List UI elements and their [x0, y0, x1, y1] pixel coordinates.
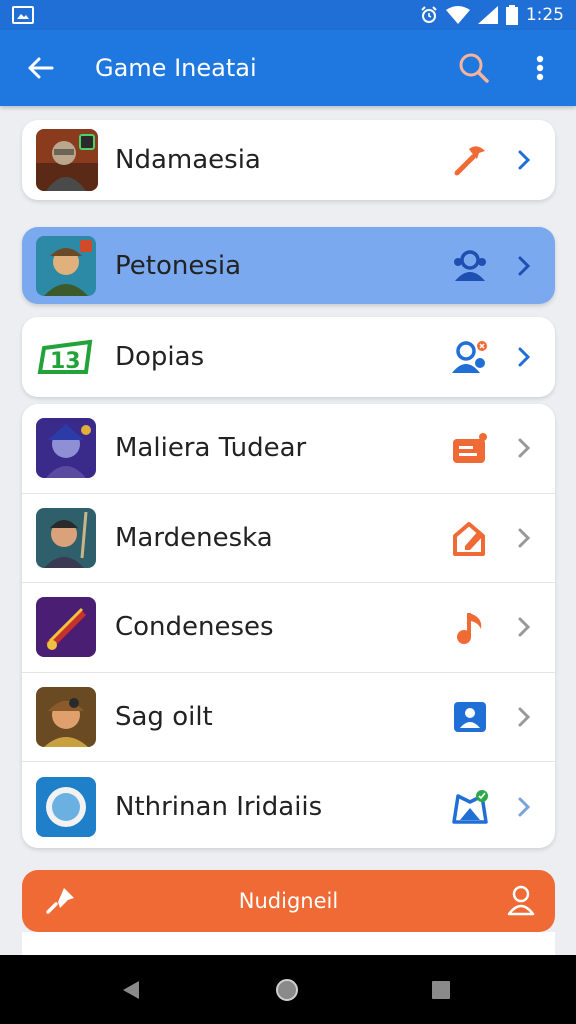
list-card: 13 Dopias [22, 317, 555, 397]
circle-home-icon [276, 979, 298, 1001]
list-item[interactable]: Sag oilt [22, 673, 555, 762]
list-item-label: Mardeneska [115, 522, 273, 553]
notification-icon [12, 6, 34, 24]
list-item[interactable]: Condeneses [22, 583, 555, 673]
map-check-icon[interactable] [450, 787, 490, 827]
user-icon [507, 885, 535, 916]
page-title: Game Ineatai [95, 54, 257, 82]
alarm-icon [421, 6, 437, 23]
game-thumbnail [36, 129, 98, 191]
game-thumbnail [36, 507, 96, 568]
game-thumbnail [36, 776, 96, 837]
list-card-group: Maliera Tudear Mardeneska Condeneses Sag… [22, 404, 555, 848]
list-item[interactable]: Nthrinan Iridaiis [22, 762, 555, 852]
status-time: 1:25 [525, 5, 564, 25]
search-icon [459, 53, 489, 83]
list-item[interactable]: Mardeneska [22, 494, 555, 583]
list-card-selected: Petonesia [22, 227, 555, 304]
chevron-right-icon [512, 792, 536, 822]
back-button[interactable] [0, 30, 80, 106]
pin-icon [46, 888, 74, 914]
list-item[interactable]: 13 Dopias [22, 317, 555, 397]
game-thumbnail: 13 [36, 326, 98, 388]
game-thumbnail [36, 597, 96, 658]
game-thumbnail [36, 235, 96, 296]
battery-icon [505, 5, 518, 25]
list-item-label: Petonesia [115, 250, 242, 281]
music-note-icon[interactable] [450, 607, 490, 647]
status-bar: 1:25 [0, 0, 576, 30]
list-card: Ndamaesia [22, 120, 555, 200]
nav-back-button[interactable] [114, 973, 148, 1007]
more-options-button[interactable] [520, 48, 560, 88]
chevron-right-icon [512, 433, 536, 463]
svg-text:13: 13 [50, 349, 81, 374]
chevron-right-icon [512, 702, 536, 732]
list-item-label: Ndamaesia [115, 145, 261, 175]
card-icon[interactable] [450, 428, 490, 468]
primary-action-button[interactable]: Nudigneil [22, 870, 555, 932]
tool-icon[interactable] [450, 140, 490, 180]
people-icon[interactable] [450, 246, 490, 286]
chevron-right-icon [512, 342, 536, 372]
chevron-right-icon [512, 612, 536, 642]
chevron-right-icon [512, 145, 536, 175]
list-item[interactable]: Ndamaesia [22, 120, 555, 200]
chevron-right-icon [512, 523, 536, 553]
more-vert-icon [536, 55, 544, 81]
signal-icon [477, 6, 498, 24]
wifi-icon [445, 6, 470, 24]
list-item-label: Sag oilt [115, 701, 213, 732]
list-item[interactable]: Maliera Tudear [22, 404, 555, 494]
edit-home-icon[interactable] [450, 518, 490, 558]
nav-home-button[interactable] [270, 973, 304, 1007]
list-item-label: Dopias [115, 342, 205, 372]
people-alert-icon[interactable] [450, 337, 490, 377]
next-card-edge [22, 932, 555, 956]
arrow-left-icon [28, 57, 54, 79]
list-item[interactable]: Petonesia [22, 227, 555, 304]
navigation-bar [0, 955, 576, 1024]
list-item-label: Nthrinan Iridaiis [115, 791, 323, 822]
contact-icon[interactable] [450, 697, 490, 737]
list-item-label: Condeneses [115, 612, 274, 643]
chevron-right-icon [512, 251, 536, 281]
list-item-label: Maliera Tudear [115, 433, 307, 464]
app-bar: Game Ineatai [0, 30, 576, 106]
primary-action-label: Nudigneil [238, 889, 339, 913]
game-thumbnail [36, 686, 96, 747]
game-thumbnail [36, 418, 96, 479]
triangle-back-icon [123, 981, 139, 999]
search-button[interactable] [452, 48, 496, 88]
nav-recents-button[interactable] [424, 973, 458, 1007]
square-recents-icon [432, 981, 450, 999]
